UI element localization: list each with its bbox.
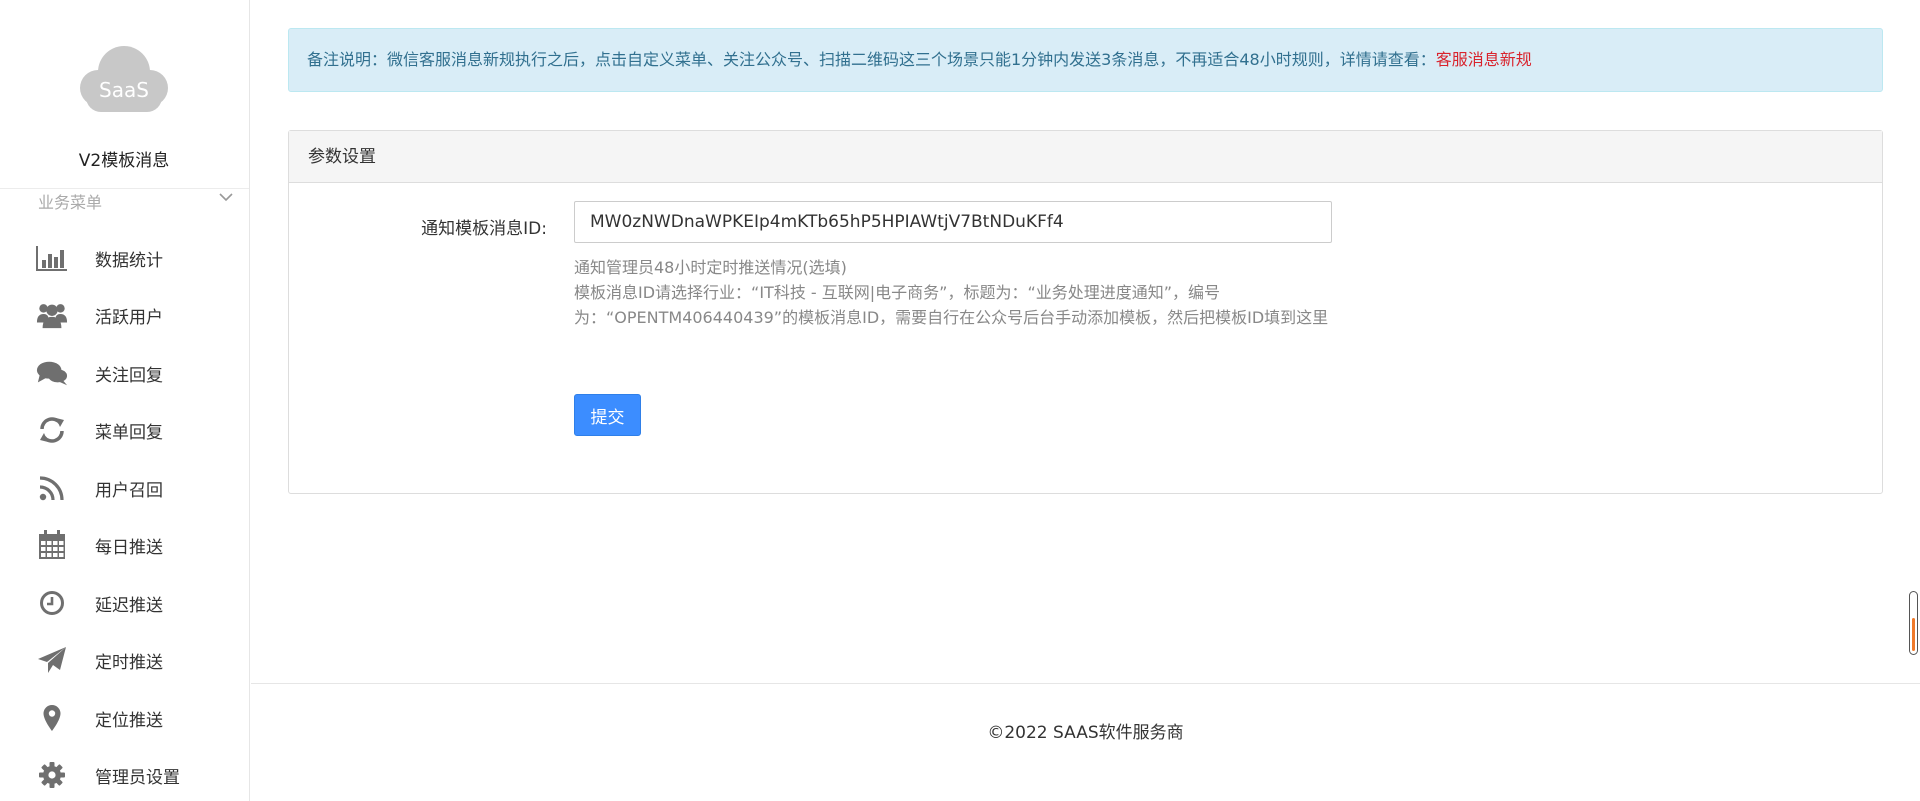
sidebar-item-label: 定时推送 (95, 653, 163, 673)
sidebar-item-label: 关注回复 (95, 366, 163, 386)
calendar-icon (36, 530, 68, 559)
sidebar-item-data-stats[interactable]: 数据统计 (0, 233, 249, 283)
sidebar-item-label: 管理员设置 (95, 768, 180, 788)
help-line-2: 模板消息ID请选择行业：“IT科技 - 互联网|电子商务”，标题为：“业务处理进… (574, 283, 1329, 327)
app-title: V2模板消息 (78, 151, 170, 171)
comments-icon (36, 359, 68, 387)
sidebar-item-label: 定位推送 (95, 711, 163, 731)
sidebar-item-label: 延迟推送 (95, 596, 163, 616)
sidebar-item-label: 每日推送 (95, 538, 163, 558)
template-id-input[interactable] (574, 201, 1332, 243)
sidebar-item-location-push[interactable]: 定位推送 (0, 693, 249, 743)
rss-icon (36, 474, 68, 502)
footer: ©2022 SAAS软件服务商 (251, 683, 1920, 801)
help-line-1: 通知管理员48小时定时推送情况(选填) (574, 258, 847, 277)
chevron-down-icon (219, 193, 233, 202)
refresh-icon (36, 416, 68, 444)
sidebar-item-scheduled-push[interactable]: 定时推送 (0, 635, 249, 685)
sidebar-item-delayed-push[interactable]: 延迟推送 (0, 578, 249, 628)
main-content: 备注说明：微信客服消息新规执行之后，点击自定义菜单、关注公众号、扫描二维码这三个… (251, 0, 1920, 801)
users-icon (36, 301, 68, 329)
sidebar: SaaS V2模板消息 业务菜单 数据统计 活跃用户 关注回复 菜单回复 用户召… (0, 0, 250, 801)
map-marker-icon (36, 704, 68, 732)
notice-link[interactable]: 客服消息新规 (1436, 50, 1532, 69)
sidebar-item-menu-reply[interactable]: 菜单回复 (0, 405, 249, 455)
notice-text: 备注说明：微信客服消息新规执行之后，点击自定义菜单、关注公众号、扫描二维码这三个… (307, 50, 1436, 69)
paper-plane-icon (36, 646, 68, 674)
scroll-handle[interactable] (1909, 591, 1918, 655)
sidebar-item-daily-push[interactable]: 每日推送 (0, 520, 249, 570)
template-id-label: 通知模板消息ID: (421, 219, 547, 239)
scroll-handle-indicator (1912, 618, 1915, 651)
sidebar-item-follow-reply[interactable]: 关注回复 (0, 348, 249, 398)
menu-header[interactable]: 业务菜单 (0, 188, 249, 212)
sidebar-item-label: 用户召回 (95, 481, 163, 501)
sidebar-item-label: 数据统计 (95, 251, 163, 271)
bar-chart-icon (36, 244, 68, 272)
sidebar-item-active-users[interactable]: 活跃用户 (0, 290, 249, 340)
menu-header-label: 业务菜单 (38, 193, 103, 212)
logo: SaaS (0, 36, 249, 116)
notice-alert: 备注说明：微信客服消息新规执行之后，点击自定义菜单、关注公众号、扫描二维码这三个… (288, 28, 1883, 92)
sidebar-item-user-recall[interactable]: 用户召回 (0, 463, 249, 513)
sidebar-item-label: 菜单回复 (95, 423, 163, 443)
help-text: 通知管理员48小时定时推送情况(选填) 模板消息ID请选择行业：“IT科技 - … (574, 255, 1344, 330)
logo-text: SaaS (99, 78, 149, 102)
clock-icon (36, 589, 68, 617)
submit-button[interactable]: 提交 (574, 394, 641, 436)
panel-title: 参数设置 (289, 131, 1882, 183)
settings-panel: 参数设置 通知模板消息ID: 通知管理员48小时定时推送情况(选填) 模板消息I… (288, 130, 1883, 494)
sidebar-item-label: 活跃用户 (95, 308, 163, 328)
gear-icon (36, 761, 68, 789)
sidebar-item-admin-settings[interactable]: 管理员设置 (0, 750, 249, 800)
footer-copyright: ©2022 SAAS软件服务商 (987, 723, 1184, 743)
